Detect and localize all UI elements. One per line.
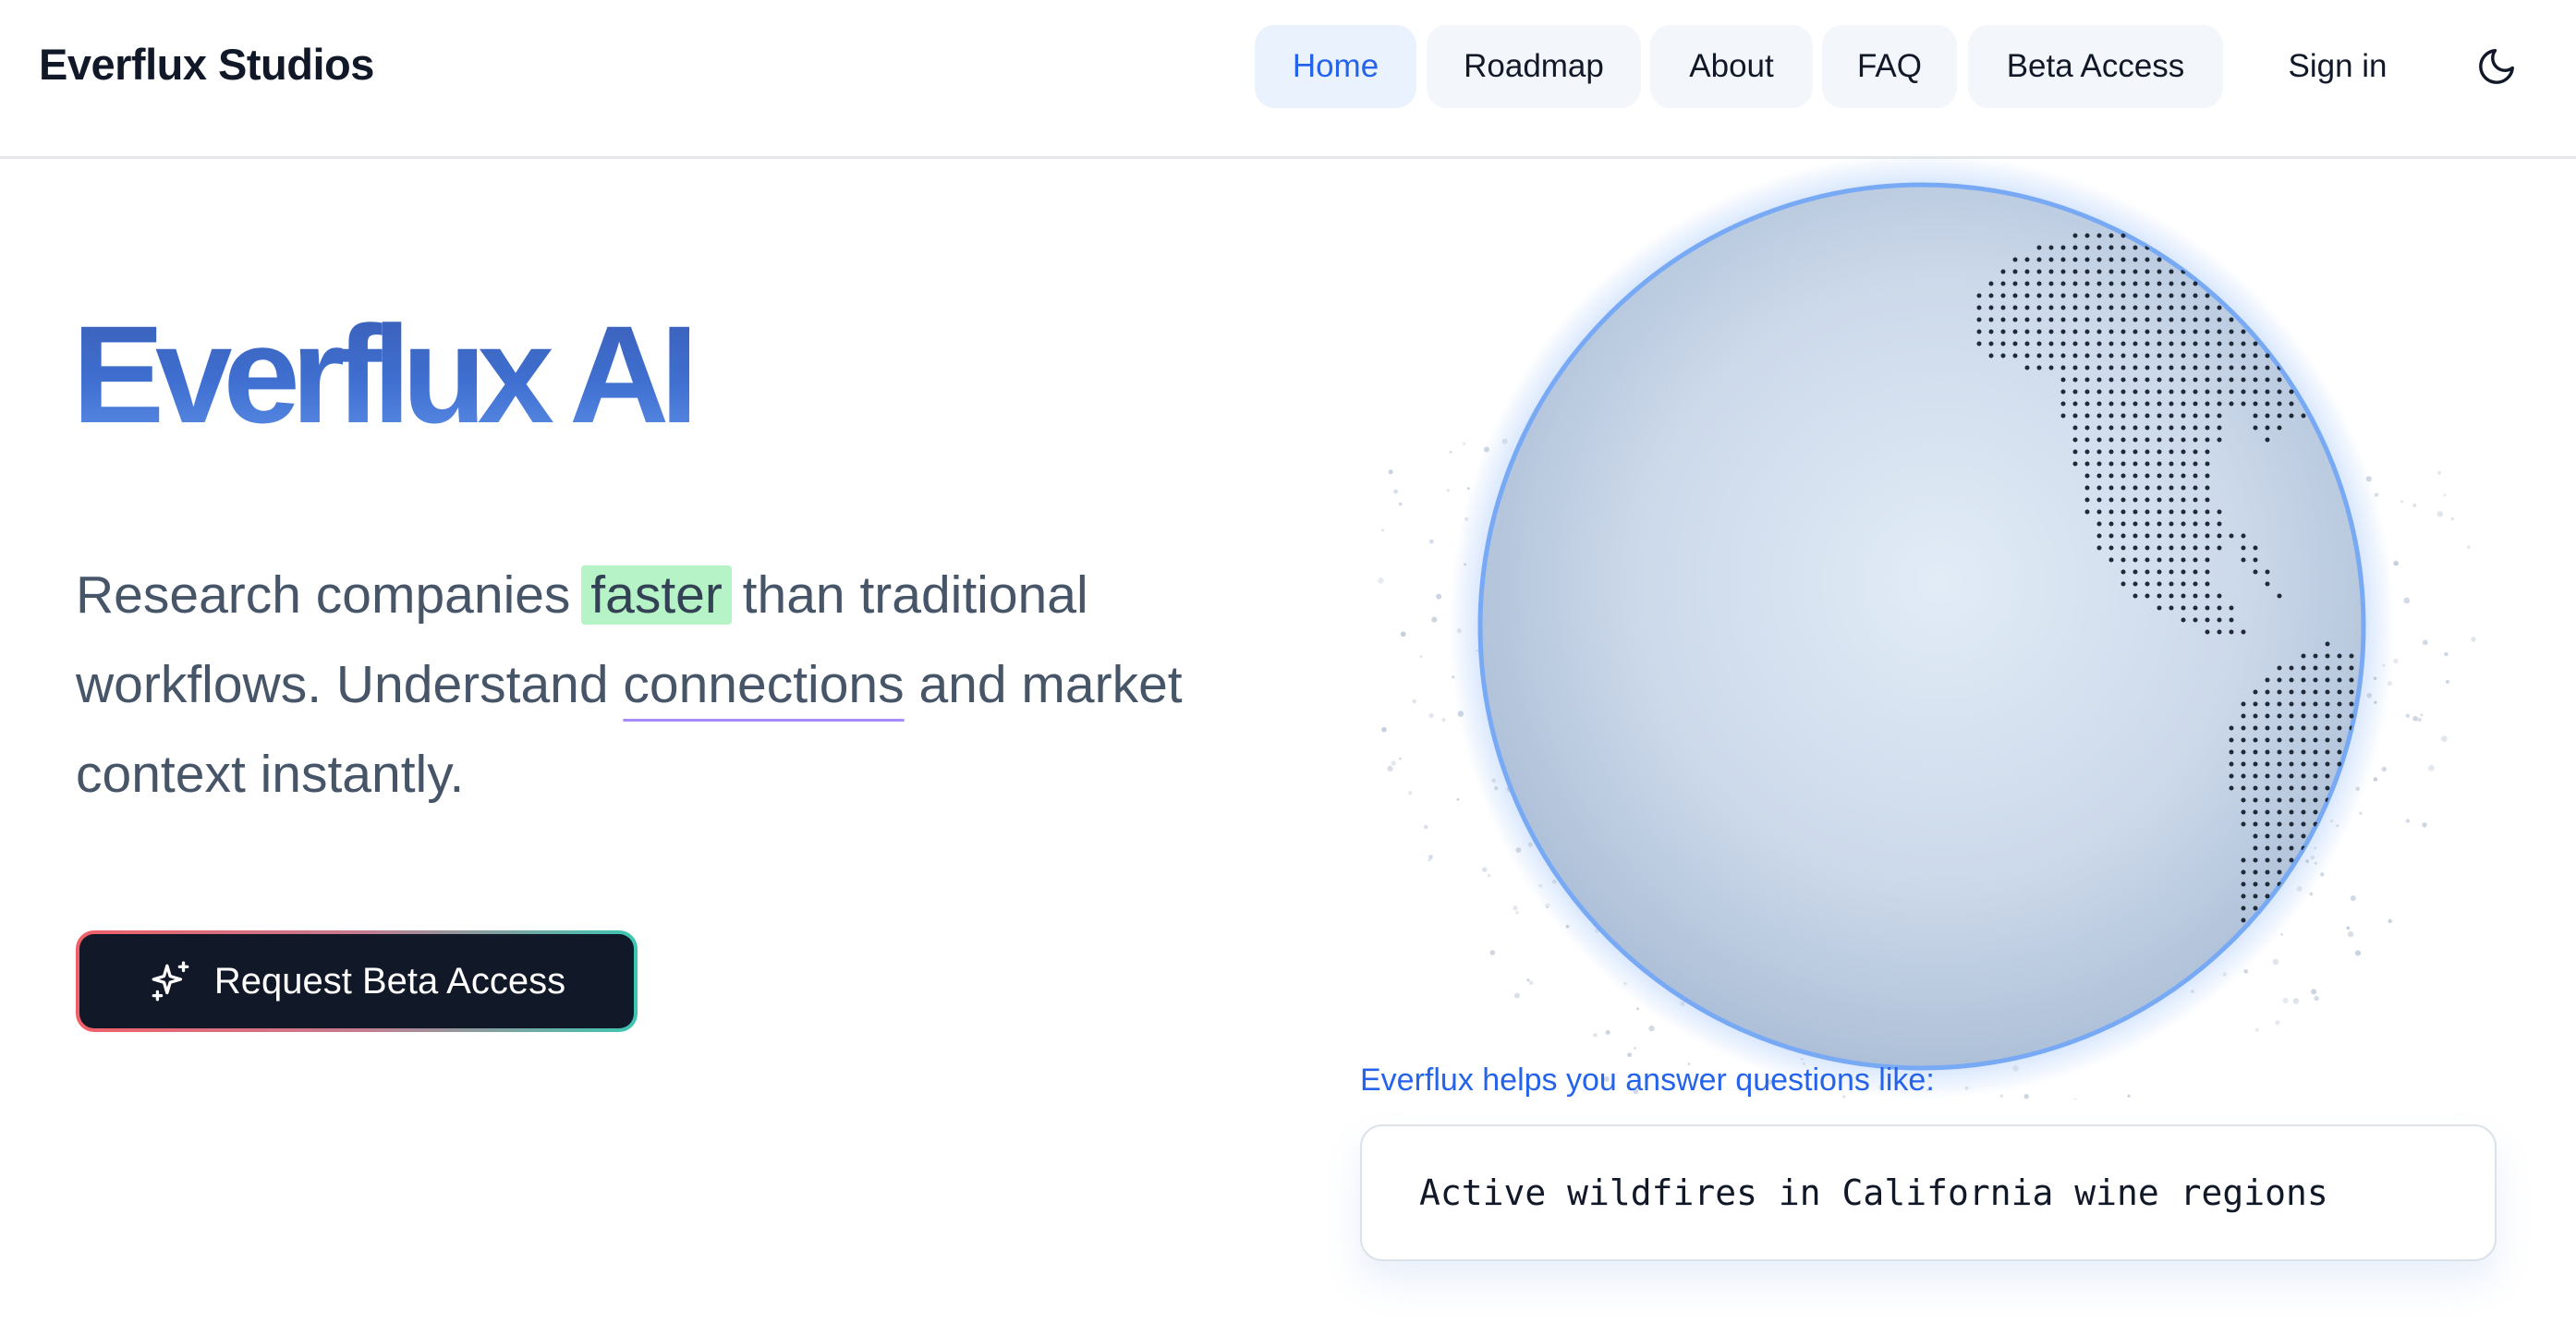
cta-inner: Request Beta Access — [79, 934, 634, 1028]
underline-connections: connections — [623, 655, 905, 714]
moon-icon — [2479, 49, 2514, 84]
hero-description: Research companies faster than tradition… — [76, 551, 1332, 820]
brand-logo[interactable]: Everflux Studios — [39, 39, 374, 90]
nav-item-about[interactable]: About — [1650, 25, 1813, 108]
showcase-caption: Everflux helps you answer questions like… — [1360, 1063, 1935, 1098]
example-query-text: Active wildfires in California wine regi… — [1419, 1172, 2328, 1213]
sign-in-link[interactable]: Sign in — [2254, 25, 2421, 108]
hero-title: Everflux AI — [72, 297, 699, 452]
nav-item-faq[interactable]: FAQ — [1822, 25, 1957, 108]
nav-item-beta-access[interactable]: Beta Access — [1968, 25, 2223, 108]
globe-sphere — [1477, 182, 2366, 1071]
sparkles-icon — [152, 961, 189, 1002]
cta-label: Request Beta Access — [213, 960, 566, 1002]
request-beta-access-button[interactable]: Request Beta Access — [76, 930, 638, 1032]
theme-toggle-button[interactable] — [2467, 37, 2526, 96]
globe-svg — [1378, 153, 2476, 1176]
hero-text-part1: Research companies — [76, 565, 586, 625]
example-query-box: Active wildfires in California wine regi… — [1360, 1124, 2497, 1261]
nav-item-roadmap[interactable]: Roadmap — [1427, 25, 1641, 108]
highlight-faster: faster — [581, 565, 732, 625]
globe-illustration — [1358, 153, 2559, 1176]
nav-item-home[interactable]: Home — [1255, 25, 1416, 108]
top-nav-bar: Everflux Studios Home Roadmap About FAQ … — [0, 0, 2576, 159]
